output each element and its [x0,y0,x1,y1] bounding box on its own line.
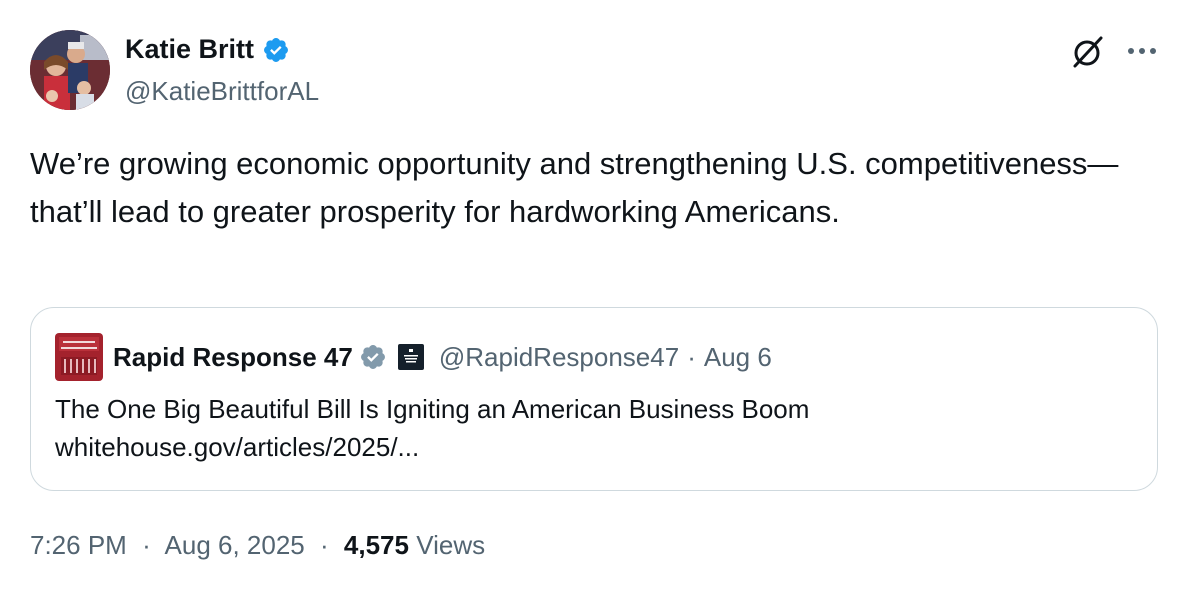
author-handle[interactable]: @KatieBrittforAL [125,76,319,107]
quoted-author-avatar[interactable] [55,333,103,381]
author-display-name[interactable]: Katie Britt [125,34,254,65]
views-count[interactable]: 4,575 [344,530,409,560]
quoted-tweet-link[interactable]: whitehouse.gov/articles/2025/... [55,432,419,463]
tweet-time[interactable]: 7:26 PM [30,530,127,560]
meta-separator: · [142,530,151,560]
more-icon[interactable] [1124,36,1160,66]
tweet: Katie Britt @KatieBrittforAL We’re growi… [0,0,1188,598]
quoted-tweet-text: The One Big Beautiful Bill Is Igniting a… [55,394,810,424]
author-display-name-row[interactable]: Katie Britt [125,34,290,65]
quoted-date[interactable]: Aug 6 [704,342,772,373]
tweet-meta: 7:26 PM · Aug 6, 2025 · 4,575 Views [30,530,485,561]
author-avatar[interactable] [30,30,110,110]
quoted-tweet-card[interactable]: Rapid Response 47 @RapidResponse47 · Aug… [30,307,1158,491]
quoted-tweet-header: Rapid Response 47 @RapidResponse47 · Aug… [55,332,772,382]
meta-separator: · [320,530,329,560]
quoted-separator: · [687,341,696,372]
avatar-photo [30,30,110,110]
grok-icon[interactable] [1070,34,1106,70]
quoted-verified-badge-icon [360,345,385,369]
quoted-author-display-name[interactable]: Rapid Response 47 [113,342,353,373]
rapid-response-logo [55,333,103,381]
white-house-affiliate-icon[interactable] [397,343,425,371]
tweet-text: We’re growing economic opportunity and s… [30,146,1119,229]
tweet-date[interactable]: Aug 6, 2025 [165,530,305,560]
views-label: Views [416,530,486,560]
verified-badge-icon [264,37,288,62]
quoted-author-handle[interactable]: @RapidResponse47 [439,342,679,373]
